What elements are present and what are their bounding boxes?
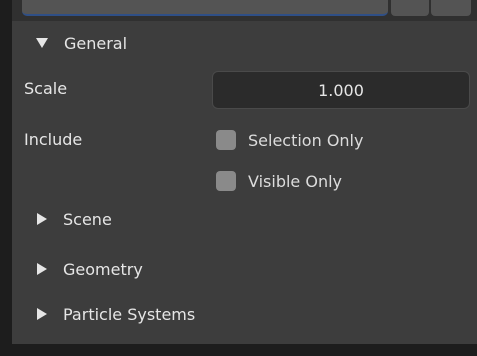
top-input-field[interactable] (22, 0, 388, 16)
visible-only-label: Visible Only (248, 171, 342, 191)
selection-only-checkbox[interactable] (216, 130, 236, 150)
scale-label: Scale (24, 79, 68, 98)
particle-systems-label: Particle Systems (63, 304, 196, 324)
general-label: General (64, 33, 128, 53)
scene-subpanel-header[interactable]: Scene (37, 207, 112, 231)
selection-only-option[interactable]: Selection Only (216, 128, 363, 152)
scale-field[interactable]: 1.000 (212, 71, 470, 109)
selection-only-label: Selection Only (248, 130, 364, 150)
chevron-right-icon (37, 263, 47, 275)
chevron-down-icon (36, 38, 48, 48)
scale-value: 1.000 (318, 80, 364, 100)
include-label: Include (24, 130, 83, 149)
top-button-2[interactable] (431, 0, 471, 16)
chevron-right-icon (37, 308, 47, 320)
top-button-1[interactable] (391, 0, 429, 16)
chevron-right-icon (37, 213, 47, 225)
general-subpanel-header[interactable]: General (24, 28, 127, 58)
visible-only-checkbox[interactable] (216, 171, 236, 191)
visible-only-option[interactable]: Visible Only (216, 169, 342, 193)
geometry-label: Geometry (63, 259, 143, 279)
geometry-subpanel-header[interactable]: Geometry (37, 257, 143, 281)
particle-systems-subpanel-header[interactable]: Particle Systems (37, 302, 195, 326)
scene-label: Scene (63, 209, 112, 229)
